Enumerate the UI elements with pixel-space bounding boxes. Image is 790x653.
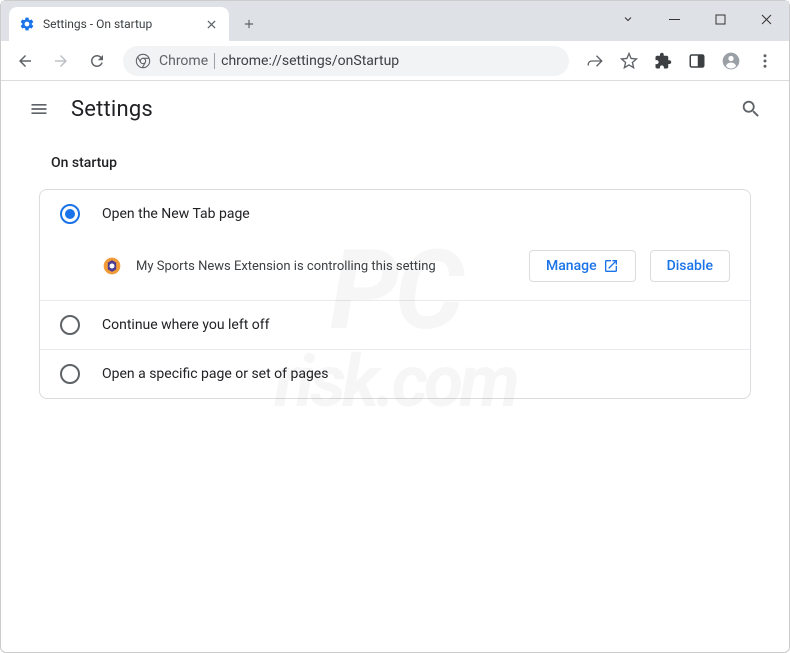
reload-button[interactable] [81, 45, 113, 77]
profile-icon[interactable] [715, 45, 747, 77]
minimize-button[interactable] [651, 1, 697, 37]
extension-notice: My Sports News Extension is controlling … [40, 238, 750, 300]
option-label: Open a specific page or set of pages [102, 366, 328, 382]
share-icon[interactable] [579, 45, 611, 77]
option-specific-pages[interactable]: Open a specific page or set of pages [40, 349, 750, 398]
radio-unselected[interactable] [60, 364, 80, 384]
extensions-icon[interactable] [647, 45, 679, 77]
radio-selected[interactable] [60, 204, 80, 224]
search-icon[interactable] [731, 89, 771, 129]
chrome-icon [135, 53, 151, 69]
forward-button[interactable] [45, 45, 77, 77]
address-separator [214, 53, 215, 69]
extension-app-icon [102, 256, 122, 276]
kebab-menu-icon[interactable] [749, 45, 781, 77]
hamburger-menu-icon[interactable] [19, 89, 59, 129]
browser-tab[interactable]: Settings - On startup [9, 7, 229, 41]
external-link-icon [603, 258, 619, 274]
sidepanel-icon[interactable] [681, 45, 713, 77]
option-open-new-tab[interactable]: Open the New Tab page [40, 190, 750, 238]
section-title: On startup [51, 155, 751, 171]
tab-bar: Settings - On startup [1, 1, 789, 41]
browser-toolbar: Chrome chrome://settings/onStartup [1, 41, 789, 81]
gear-icon [19, 16, 35, 32]
settings-content: On startup Open the New Tab page My Spor… [1, 137, 789, 405]
disable-button[interactable]: Disable [650, 250, 730, 282]
close-window-button[interactable] [743, 1, 789, 37]
radio-unselected[interactable] [60, 315, 80, 335]
page-title: Settings [71, 97, 153, 122]
new-tab-button[interactable] [235, 10, 263, 38]
address-prefix: Chrome [159, 53, 208, 69]
option-label: Continue where you left off [102, 317, 270, 333]
settings-header: Settings [1, 81, 789, 137]
tab-title: Settings - On startup [43, 17, 195, 31]
chevron-down-icon[interactable] [605, 1, 651, 37]
disable-button-label: Disable [667, 258, 713, 274]
manage-button[interactable]: Manage [529, 250, 636, 282]
startup-options-card: Open the New Tab page My Sports News Ext… [39, 189, 751, 399]
back-button[interactable] [9, 45, 41, 77]
option-continue[interactable]: Continue where you left off [40, 300, 750, 349]
extension-notice-text: My Sports News Extension is controlling … [136, 259, 515, 274]
close-tab-icon[interactable] [203, 16, 219, 32]
window-controls [605, 1, 789, 37]
address-path: chrome://settings/onStartup [221, 53, 399, 69]
manage-button-label: Manage [546, 258, 597, 274]
maximize-button[interactable] [697, 1, 743, 37]
star-icon[interactable] [613, 45, 645, 77]
address-bar[interactable]: Chrome chrome://settings/onStartup [123, 46, 569, 76]
option-label: Open the New Tab page [102, 206, 250, 222]
